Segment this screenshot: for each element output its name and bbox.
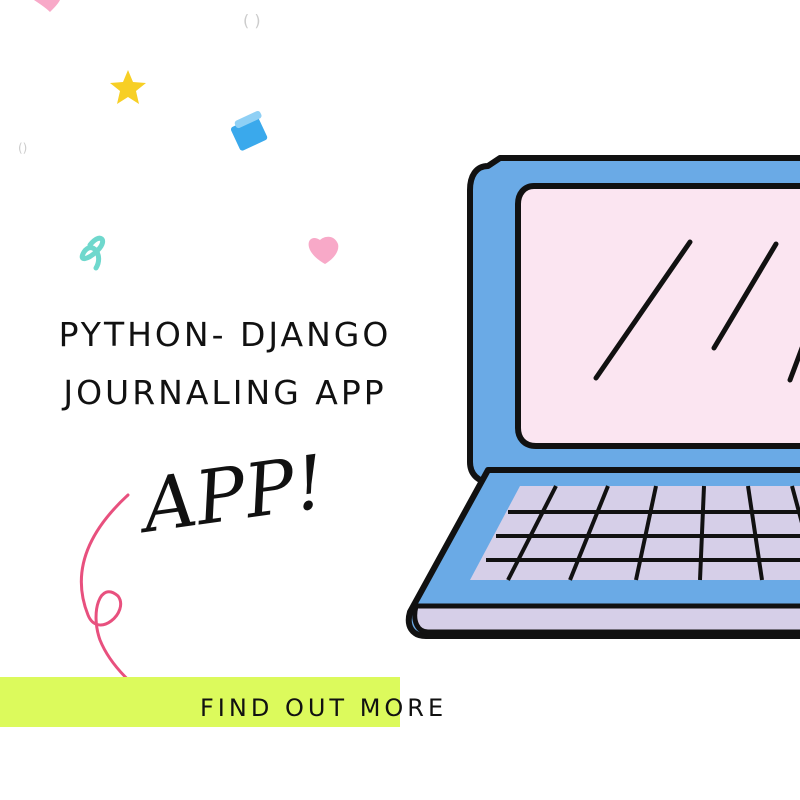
title-line-2: JOURNALING APP [63, 373, 387, 412]
script-word-app: APP! [131, 439, 330, 550]
heart-icon [308, 236, 339, 264]
tiny-parenthesis-decor: () [18, 141, 27, 155]
squiggle-icon [79, 235, 105, 271]
heart-icon [34, 0, 60, 12]
confetti-icon [230, 110, 268, 151]
page-title: PYTHON- DJANGO JOURNALING APP [20, 306, 430, 422]
find-out-more-link[interactable]: FIND OUT MORE [200, 694, 447, 722]
star-icon [110, 70, 146, 104]
laptop-illustration [405, 155, 800, 639]
title-line-1: PYTHON- DJANGO [58, 315, 392, 354]
small-parenthesis-decor: ( ) [243, 11, 261, 30]
